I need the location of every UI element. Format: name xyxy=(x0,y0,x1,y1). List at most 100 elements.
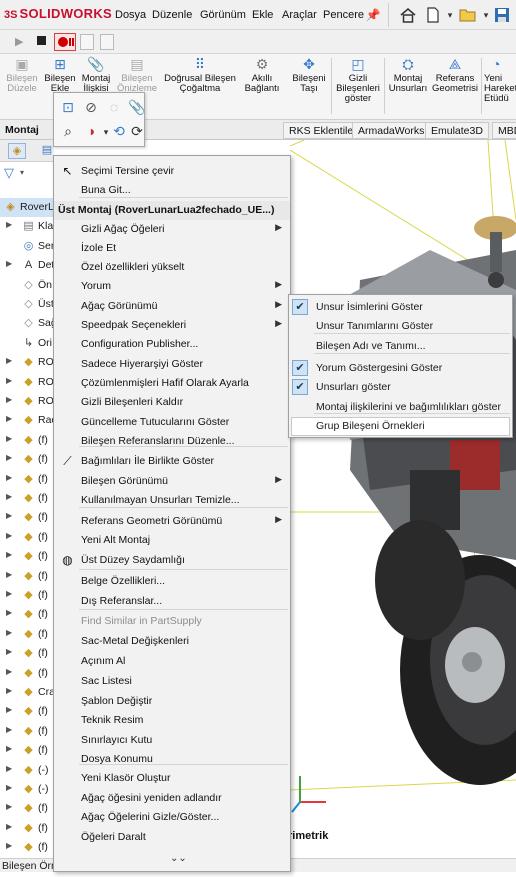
menu-item-bile-en-referanslar-n-d-zenle[interactable]: Bileşen Referanslarını Düzenle... xyxy=(54,432,290,451)
tree-item[interactable]: ▶ ◆ (f) xyxy=(0,722,56,741)
menu-item-a-a-g-r-n-m[interactable]: Ağaç Görünümü ▶ xyxy=(54,297,290,316)
tree-item[interactable]: ↳ Ori xyxy=(0,334,56,353)
menu-item-i-zole-et[interactable]: İzole Et xyxy=(54,239,290,258)
menu-item-zel-zellikleri-y-kselt[interactable]: Özel özellikleri yükselt xyxy=(54,258,290,277)
tree-item[interactable]: ▶ ◆ (f) xyxy=(0,644,56,663)
tree-item[interactable]: ▶ ◆ (f) xyxy=(0,586,56,605)
expand-arrow-icon[interactable]: ▶ xyxy=(6,783,12,792)
play-icon[interactable]: ▶ xyxy=(15,35,23,48)
tree-item[interactable]: ▶ ▤ Kla xyxy=(0,217,56,236)
tree-item[interactable]: ▶ A Det xyxy=(0,256,56,275)
expand-arrow-icon[interactable]: ▶ xyxy=(6,686,12,695)
menu-item-g-ncelleme-tutucular-n-g-ster[interactable]: Güncelleme Tutucularını Göster xyxy=(54,413,290,432)
menu-item-z-mlenmi-leri-hafif-olarak-ayarla[interactable]: Çözümlenmişleri Hafif Olarak Ayarla xyxy=(54,374,290,393)
tree-item[interactable]: ◎ Ser xyxy=(0,237,56,256)
smart-fastener-button[interactable]: ⚙ Akıllı Bağlantı xyxy=(240,56,284,116)
tab-armadaworks[interactable]: ArmadaWorks xyxy=(352,122,431,139)
menu-item-gizli-bile-enleri-kald-r[interactable]: Gizli Bileşenleri Kaldır xyxy=(54,393,290,412)
tree-item[interactable]: ▶ ◆ (f) xyxy=(0,819,56,838)
submenu-item-yorum-g-stergesini-g-ster[interactable]: ✔ Yorum Göstergesini Göster xyxy=(289,358,512,378)
tree-item[interactable]: ▶ ◆ (f) xyxy=(0,547,56,566)
expand-arrow-icon[interactable]: ▶ xyxy=(6,356,12,365)
menu-item-st-d-zey-saydaml[interactable]: ◍ Üst Düzey Saydamlığı xyxy=(54,551,290,570)
record-icon[interactable] xyxy=(54,33,76,51)
expand-arrow-icon[interactable]: ▶ xyxy=(6,802,12,811)
expand-arrow-icon[interactable]: ▶ xyxy=(6,764,12,773)
menu-item-se-imi-tersine-evir[interactable]: ↖ Seçimi Tersine çevir xyxy=(54,162,290,181)
hide-icon[interactable]: ⊘ xyxy=(81,97,101,117)
expand-arrow-icon[interactable]: ▶ xyxy=(6,511,12,520)
tab-montaj[interactable]: Montaj xyxy=(0,122,44,139)
open-assembly-icon[interactable]: ⊡ xyxy=(58,97,78,117)
expand-arrow-icon[interactable]: ▶ xyxy=(6,570,12,579)
filter-dropdown-icon[interactable]: ▾ xyxy=(20,168,24,177)
home-icon[interactable] xyxy=(398,5,418,25)
tree-item[interactable]: ▶ ◆ Rac xyxy=(0,411,56,430)
tree-item[interactable]: ▶ ◆ RO xyxy=(0,373,56,392)
expand-arrow-icon[interactable]: ▶ xyxy=(6,220,12,229)
menu-item-yeni-alt-montaj[interactable]: Yeni Alt Montaj xyxy=(54,531,290,550)
menu-pencere[interactable]: Pencere xyxy=(323,9,364,21)
tree-item[interactable]: ▶ ◆ (f) xyxy=(0,838,56,857)
menu-item-yeni-klas-r-olu-tur[interactable]: Yeni Klasör Oluştur xyxy=(54,769,290,788)
save-icon[interactable] xyxy=(492,5,512,25)
paperclip-icon[interactable]: 📎 xyxy=(127,97,147,117)
tree-item[interactable]: ▶ ◆ RO xyxy=(0,392,56,411)
submenu-item-montaj-ili-kilerini-ve-ba-ml-l-klar-g-ster[interactable]: Montaj ilişkilerini ve bağımlılıkları gö… xyxy=(289,397,512,417)
assembly-features-button[interactable]: ⛭ Montaj Unsurları xyxy=(386,56,430,116)
show-hidden-components-button[interactable]: ◰ Gizli Bileşenleri göster xyxy=(335,56,381,116)
menu-item-a-n-m-al[interactable]: Açınım Al xyxy=(54,652,290,671)
refresh-icon[interactable]: ⟳ xyxy=(127,121,147,141)
expand-arrow-icon[interactable]: ▶ xyxy=(6,531,12,540)
expand-arrow-icon[interactable]: ▶ xyxy=(6,395,12,404)
menu-araclar[interactable]: Araçlar xyxy=(282,9,317,21)
menu-item-ablon-de-i-tir[interactable]: Şablon Değiştir xyxy=(54,692,290,711)
tree-item[interactable]: ▶ ◆ (f) xyxy=(0,567,56,586)
menu-ekle[interactable]: Ekle xyxy=(252,9,273,21)
menu-item-sac-metal-de-i-kenleri[interactable]: Sac-Metal Değişkenleri xyxy=(54,632,290,651)
tree-item[interactable]: ◈ RoverL xyxy=(0,198,56,217)
expand-arrow-icon[interactable]: ▶ xyxy=(6,376,12,385)
new-motion-study-button[interactable]: ◔ Yeni Hareket Etüdü xyxy=(484,56,516,116)
expand-arrow-icon[interactable]: ▶ xyxy=(6,667,12,676)
expand-arrow-icon[interactable]: ▶ xyxy=(6,589,12,598)
submenu-item-unsurlar-g-ster[interactable]: ✔ Unsurları göster xyxy=(289,377,512,397)
pin-icon[interactable]: 📌 xyxy=(363,5,383,25)
tree-item[interactable]: ◇ Üst xyxy=(0,295,56,314)
menu-item-d-referanslar[interactable]: Dış Referanslar... xyxy=(54,592,290,611)
menu-duzenle[interactable]: Düzenle xyxy=(152,9,192,21)
menu-item-buna-git[interactable]: Buna Git... xyxy=(54,181,290,200)
menu-item-dosya-konumu[interactable]: Dosya Konumu xyxy=(54,750,290,769)
reference-geometry-button[interactable]: ⟁ Referans Geometrisi xyxy=(432,56,478,116)
tree-item[interactable]: ◇ Sağ xyxy=(0,314,56,333)
submenu-item-unsur-i-simlerini-g-ster[interactable]: ✔ Unsur İsimlerini Göster xyxy=(289,297,512,317)
expand-arrow-icon[interactable]: ▶ xyxy=(6,259,12,268)
tree-item[interactable]: ▶ ◆ (f) xyxy=(0,489,56,508)
expand-arrow-icon[interactable]: ▶ xyxy=(6,473,12,482)
menu-item-yorum[interactable]: Yorum ▶ xyxy=(54,277,290,296)
submenu-item-grup-bile-eni-rnekleri[interactable]: Grup Bileşeni Örnekleri xyxy=(289,416,512,436)
tree-item[interactable]: ▶ ◆ Cra xyxy=(0,683,56,702)
submenu-item-unsur-tan-mlar-n-g-ster[interactable]: Unsur Tanımlarını Göster xyxy=(289,316,512,336)
tree-item[interactable]: ▶ ◆ (f) xyxy=(0,625,56,644)
menu-item-ba-ml-lar-i-le-birlikte-g-ster[interactable]: ⟋ Bağımlıları İle Birlikte Göster xyxy=(54,452,290,471)
move-component-button[interactable]: ✥ Bileşeni Taşı xyxy=(287,56,331,116)
tree-item[interactable]: ▶ ◆ (-) xyxy=(0,780,56,799)
tree-item[interactable]: ▶ ◆ (-) xyxy=(0,761,56,780)
linear-pattern-button[interactable]: ⠿ Doğrusal Bileşen Çoğaltma xyxy=(160,56,240,116)
menu-item-sac-listesi[interactable]: Sac Listesi xyxy=(54,672,290,691)
menu-item-sadece-hiyerar-iyi-g-ster[interactable]: Sadece Hiyerarşiyi Göster xyxy=(54,355,290,374)
rotate-icon[interactable]: ⟲ xyxy=(109,121,129,141)
tree-item[interactable]: ▶ ◆ (f) xyxy=(0,702,56,721)
menu-item-speedpak-se-enekleri[interactable]: Speedpak Seçenekleri ▶ xyxy=(54,316,290,335)
menu-gorunum[interactable]: Görünüm xyxy=(200,9,246,21)
tree-item[interactable]: ▶ ◆ RO xyxy=(0,353,56,372)
expand-arrow-icon[interactable]: ▶ xyxy=(6,647,12,656)
menu-item-configuration-publisher[interactable]: Configuration Publisher... xyxy=(54,335,290,354)
menu-item-bile-en-g-r-n-m[interactable]: Bileşen Görünümü ▶ xyxy=(54,472,290,491)
menu-item-s-n-rlay-c-kutu[interactable]: Sınırlayıcı Kutu xyxy=(54,731,290,750)
tree-item[interactable]: ▶ ◆ (f) xyxy=(0,431,56,450)
tree-item[interactable]: ▶ ◆ (f) xyxy=(0,508,56,527)
menu-item-gizli-a-a-eleri[interactable]: Gizli Ağaç Öğeleri ▶ xyxy=(54,220,290,239)
menu-item-referans-geometri-g-r-n-m[interactable]: Referans Geometri Görünümü ▶ xyxy=(54,512,290,531)
